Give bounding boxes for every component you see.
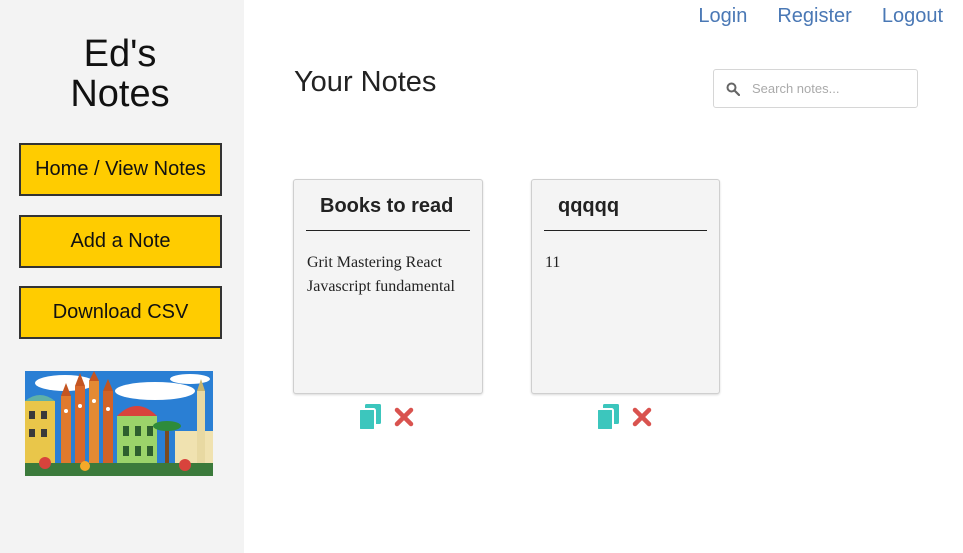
add-note-button[interactable]: Add a Note [19,215,222,268]
note-body: Grit Mastering React Javascript fundamen… [307,254,455,295]
top-nav: Login Register Logout [668,5,943,28]
note-card: qqqqq 11 [531,179,720,394]
note-body: 11 [545,254,561,271]
download-csv-button[interactable]: Download CSV [19,286,222,339]
brand-line-2: Notes [70,73,170,115]
delete-icon[interactable] [630,404,654,430]
note-actions [596,404,654,430]
search-icon [714,82,752,96]
sidebar: Ed's Notes Home / View Notes Add a Note … [0,0,244,553]
note-title: qqqqq [544,180,707,231]
home-view-notes-button[interactable]: Home / View Notes [19,143,222,196]
delete-icon[interactable] [392,404,416,430]
login-link[interactable]: Login [698,5,747,28]
copy-icon[interactable] [596,404,620,430]
search-input[interactable] [752,81,912,96]
search-box[interactable] [713,69,918,108]
logout-link[interactable]: Logout [882,5,943,28]
copy-icon[interactable] [358,404,382,430]
barcelona-illustration [25,371,213,476]
brand-title: Ed's Notes [0,34,240,114]
page-title: Your Notes [294,66,437,98]
note-actions [358,404,416,430]
register-link[interactable]: Register [777,5,851,28]
note-card: Books to read Grit Mastering React Javas… [293,179,483,394]
brand-line-1: Ed's [83,33,157,75]
note-title: Books to read [306,180,470,231]
